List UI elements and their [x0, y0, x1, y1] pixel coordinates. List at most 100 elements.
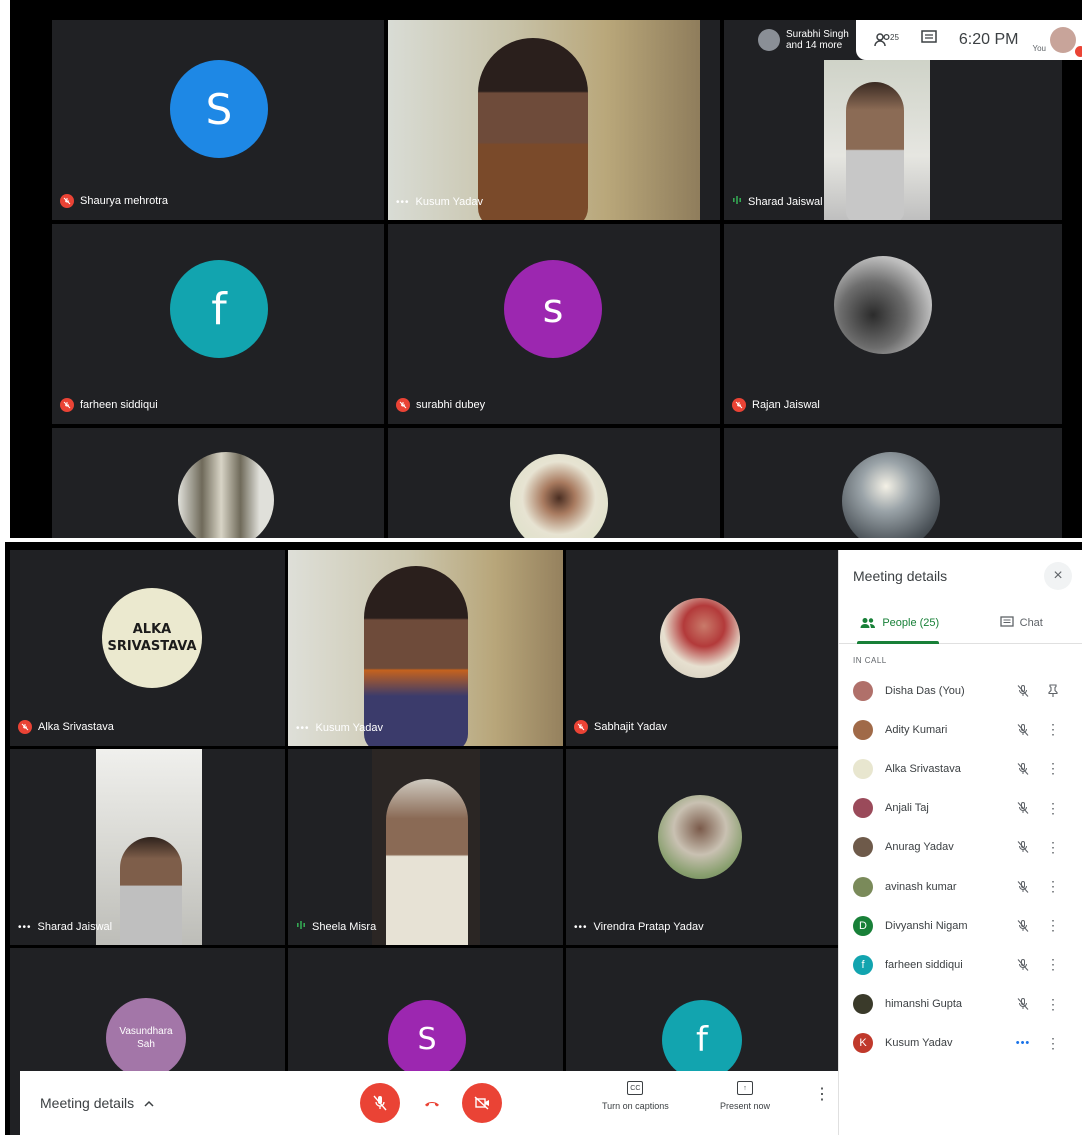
participant-name-row: surabhi dubey — [396, 398, 485, 412]
more-options-icon[interactable]: ⋮ — [1038, 760, 1068, 777]
participant-name-row: Sabhajit Yadav — [574, 720, 667, 734]
people-icon — [860, 617, 876, 628]
participant-video — [96, 749, 202, 945]
participant-name: Shaurya mehrotra — [80, 195, 169, 207]
mic-off-icon — [396, 398, 410, 412]
others-text-2: and 14 more — [786, 40, 843, 51]
mic-off-icon — [574, 720, 588, 734]
participant-avatar — [853, 876, 873, 897]
top-header: Surabhi Singh and 14 more 25 6:20 PM You — [752, 20, 1082, 60]
mic-off-icon — [1075, 46, 1082, 57]
participant-avatar — [853, 758, 873, 779]
mic-off-icon — [1008, 684, 1038, 698]
participant-tile[interactable]: f farheen siddiqui — [52, 224, 384, 424]
more-options-icon[interactable]: ⋮ — [1038, 956, 1068, 973]
pin-icon[interactable] — [1038, 684, 1068, 698]
others-text-1: Surabhi Singh — [786, 29, 849, 40]
participant-video — [372, 749, 480, 945]
participant-grid: ALKA SRIVASTAVA Alka Srivastava ••• Kusu… — [10, 550, 842, 1135]
participant-tile[interactable] — [388, 428, 720, 538]
people-icon[interactable]: 25 — [874, 33, 899, 47]
chat-icon — [999, 616, 1014, 627]
panel-tabs: People (25) Chat — [839, 602, 1082, 644]
participant-name: Sharad Jaiswal — [37, 921, 113, 933]
participant-row[interactable]: himanshi Gupta ⋮ — [839, 985, 1082, 1024]
participant-row[interactable]: Anurag Yadav ⋮ — [839, 828, 1082, 867]
participant-name: Disha Das (You) — [885, 684, 965, 697]
self-view[interactable]: You — [1033, 27, 1082, 57]
participant-row[interactable]: K Kusum Yadav ••• ⋮ — [839, 1024, 1082, 1063]
participant-avatar: D — [853, 915, 873, 936]
participant-tile[interactable]: ••• Kusum Yadav — [288, 550, 563, 746]
tab-people-label: People (25) — [882, 616, 940, 629]
participant-row[interactable]: Anjali Taj ⋮ — [839, 789, 1082, 828]
others-text: Surabhi Singh and 14 more — [786, 29, 849, 51]
participant-tile[interactable]: s surabhi dubey — [388, 224, 720, 424]
participant-tile[interactable]: ••• Kusum Yadav — [388, 20, 720, 220]
present-now-button[interactable]: ↑ Present now — [720, 1081, 770, 1111]
more-options-icon[interactable]: ⋮ — [1038, 878, 1068, 895]
participant-name: Adity Kumari — [885, 723, 948, 736]
participant-tile[interactable]: Sheela Misra — [288, 749, 563, 945]
mic-off-icon — [60, 398, 74, 412]
participant-row[interactable]: Alka Srivastava ⋮ — [839, 749, 1082, 788]
more-options-icon[interactable]: ⋮ — [1038, 917, 1068, 934]
avatar-text: Sah — [137, 1039, 155, 1050]
participant-row[interactable]: Disha Das (You) — [839, 671, 1082, 710]
close-icon[interactable]: × — [1044, 562, 1072, 590]
meeting-control-bar: Meeting details CC Turn on captions ↑ Pr… — [20, 1071, 842, 1135]
speaking-icon — [732, 195, 742, 208]
participant-tile[interactable]: ••• Sharad Jaiswal — [10, 749, 285, 945]
participant-row[interactable]: f farheen siddiqui ⋮ — [839, 945, 1082, 984]
participant-name: Anjali Taj — [885, 802, 929, 815]
more-options-icon[interactable]: ⋮ — [1038, 1035, 1068, 1052]
leave-call-button[interactable] — [412, 1083, 452, 1123]
tab-people[interactable]: People (25) — [839, 602, 961, 643]
top-participant-grid: S Shaurya mehrotra ••• Kusum Yadav Shara — [52, 20, 1062, 538]
captions-button[interactable]: CC Turn on captions — [602, 1081, 669, 1111]
participant-avatar — [853, 680, 873, 701]
participant-tile[interactable]: S Shaurya mehrotra — [52, 20, 384, 220]
more-options-icon[interactable]: ⋮ — [1038, 839, 1068, 856]
participant-tile[interactable]: Sabhajit Yadav — [566, 550, 838, 746]
participant-tile[interactable]: Rajan Jaiswal — [724, 224, 1062, 424]
mic-off-icon — [1008, 958, 1038, 972]
participant-avatar: f — [170, 260, 268, 358]
participant-name: Kusum Yadav — [315, 722, 383, 734]
chevron-up-icon — [144, 1100, 154, 1107]
panel-header: Meeting details × — [839, 550, 1082, 602]
captions-icon: CC — [627, 1081, 644, 1095]
mic-off-icon — [1008, 762, 1038, 776]
avatar-text: SRIVASTAVA — [107, 639, 197, 654]
participant-row[interactable]: avinash kumar ⋮ — [839, 867, 1082, 906]
participant-photo — [658, 795, 742, 879]
chat-icon[interactable] — [921, 30, 937, 50]
participant-tile[interactable]: ALKA SRIVASTAVA Alka Srivastava — [10, 550, 285, 746]
participant-avatar: S — [170, 60, 268, 158]
people-list: Disha Das (You) Adity Kumari ⋮ Alka Srivast… — [839, 671, 1082, 1063]
participant-photo — [660, 598, 740, 678]
more-options-icon[interactable]: ⋮ — [1038, 800, 1068, 817]
panel-title: Meeting details — [853, 568, 948, 584]
participant-tile[interactable]: ••• Virendra Pratap Yadav — [566, 749, 838, 945]
participant-row[interactable]: Adity Kumari ⋮ — [839, 710, 1082, 749]
video-person — [386, 779, 468, 945]
participant-name: avinash kumar — [885, 880, 957, 893]
meeting-details-label: Meeting details — [40, 1095, 135, 1111]
mic-toggle-button[interactable] — [360, 1083, 400, 1123]
more-options-icon[interactable]: ⋮ — [1038, 721, 1068, 738]
others-indicator[interactable]: Surabhi Singh and 14 more — [752, 20, 856, 60]
participant-name-row: ••• Kusum Yadav — [296, 722, 383, 734]
participant-tile[interactable] — [52, 428, 384, 538]
participant-avatar: f — [662, 1000, 742, 1080]
camera-toggle-button[interactable] — [462, 1083, 502, 1123]
participant-row[interactable]: D Divyanshi Nigam ⋮ — [839, 906, 1082, 945]
more-options-icon[interactable]: ⋮ — [1038, 996, 1068, 1013]
meeting-details-toggle[interactable]: Meeting details — [40, 1095, 154, 1111]
mic-off-icon — [1008, 801, 1038, 815]
tab-chat[interactable]: Chat — [961, 602, 1082, 643]
top-header-controls: 25 6:20 PM You — [856, 20, 1082, 60]
more-options-icon[interactable]: ⋮ — [814, 1087, 830, 1103]
participant-name: Kusum Yadav — [415, 196, 483, 208]
participant-tile[interactable] — [724, 428, 1062, 538]
